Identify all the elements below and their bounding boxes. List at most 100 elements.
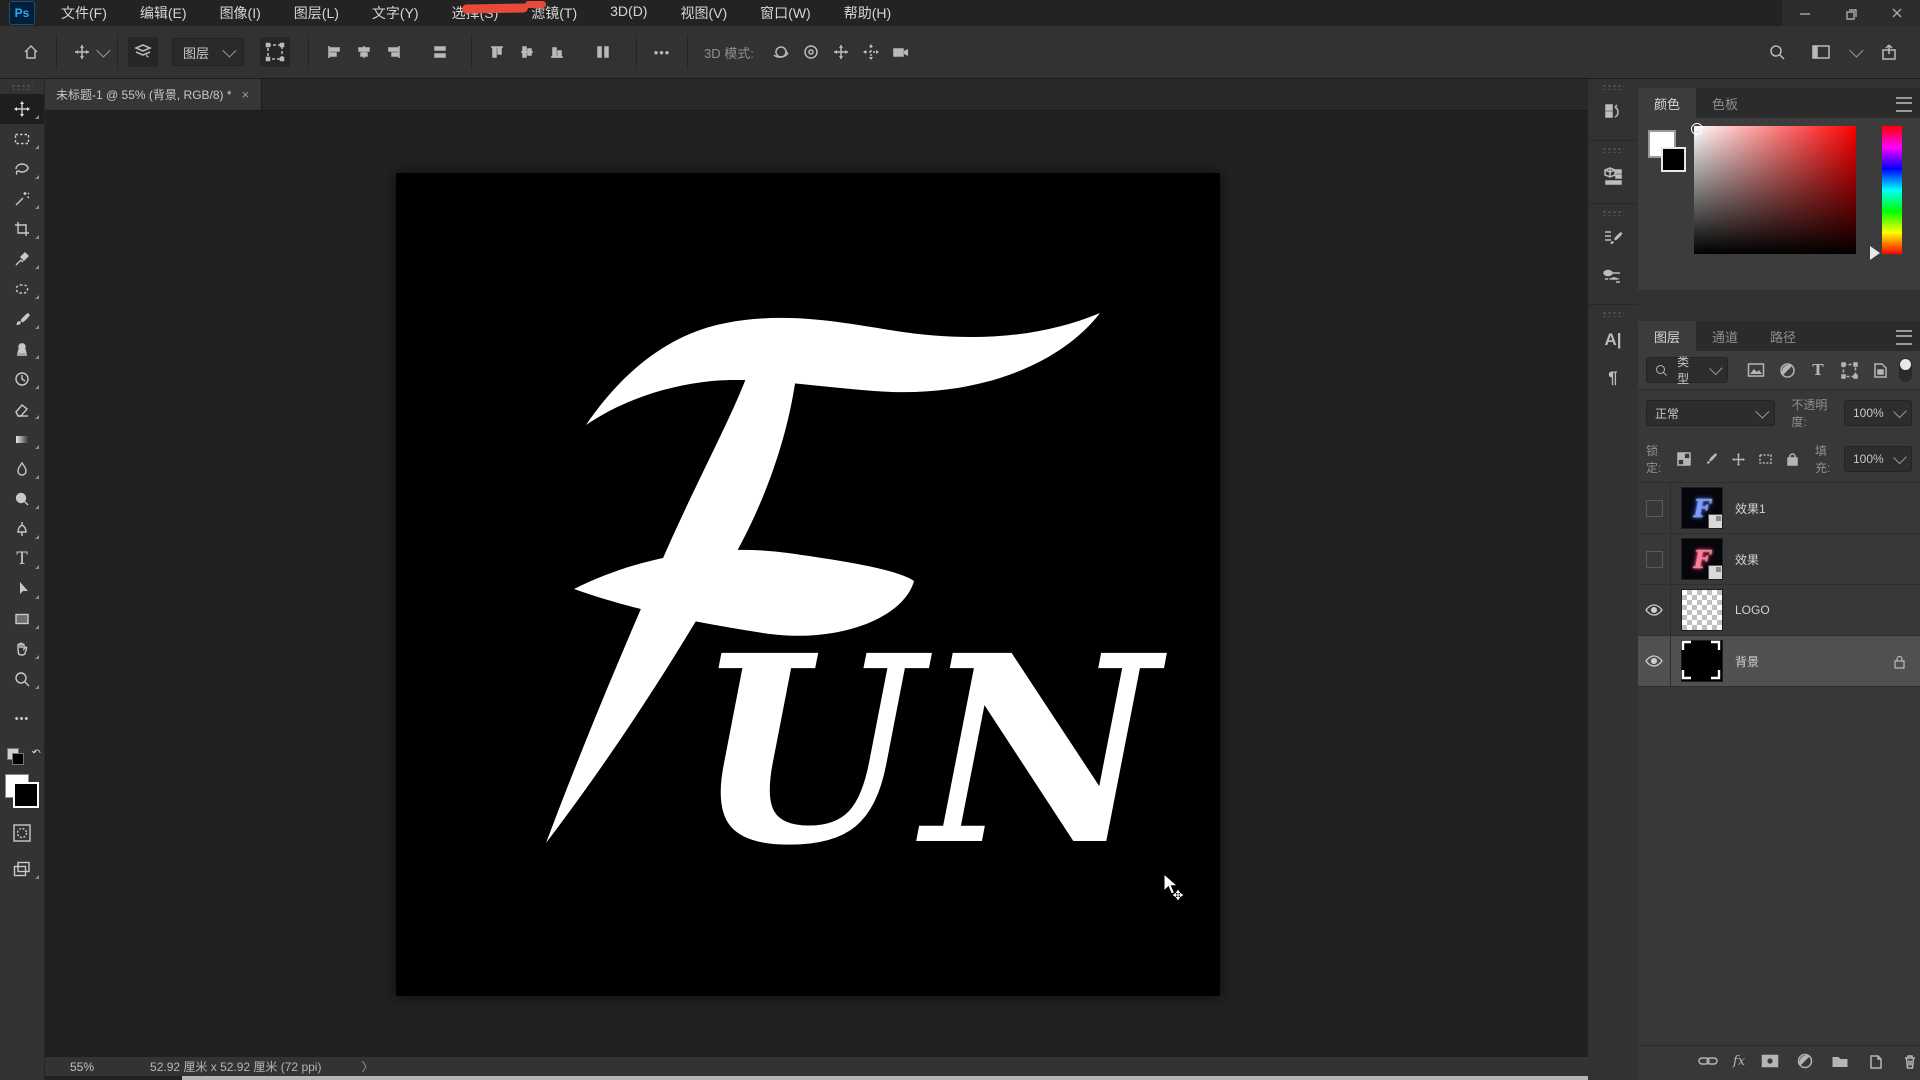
opacity-dropdown[interactable]: 100%: [1844, 400, 1912, 426]
filter-smart-objects-button[interactable]: [1868, 358, 1892, 382]
tool-magic-wand[interactable]: [0, 184, 44, 214]
tab-layers[interactable]: 图层: [1638, 321, 1696, 351]
align-left-edges-button[interactable]: [319, 37, 349, 67]
tab-swatches[interactable]: 色板: [1696, 88, 1754, 118]
menu-item-window[interactable]: 窗口(W): [760, 3, 811, 23]
layer-thumbnail[interactable]: [1681, 640, 1723, 682]
add-layer-mask-button[interactable]: [1760, 1049, 1780, 1073]
auto-select-toggle[interactable]: [128, 37, 158, 67]
tool-eraser[interactable]: [0, 394, 44, 424]
status-options-chevron[interactable]: 〉: [361, 1058, 373, 1075]
layer-row-logo[interactable]: LOGO: [1638, 585, 1920, 636]
menu-item-edit[interactable]: 编辑(E): [140, 3, 187, 23]
delete-layer-button[interactable]: [1900, 1049, 1920, 1073]
distribute-vertical-button[interactable]: [588, 37, 618, 67]
tab-channels[interactable]: 通道: [1696, 321, 1754, 351]
menu-item-layer[interactable]: 图层(L): [294, 3, 339, 23]
new-layer-button[interactable]: [1865, 1049, 1885, 1073]
menu-item-help[interactable]: 帮助(H): [844, 3, 891, 23]
share-button[interactable]: [1874, 37, 1904, 67]
threed-orbit-button[interactable]: [766, 37, 796, 67]
layer-row-background[interactable]: 背景: [1638, 636, 1920, 687]
move-tool-option[interactable]: [67, 37, 97, 67]
align-bottom-edges-button[interactable]: [542, 37, 572, 67]
layer-filter-toggle[interactable]: [1899, 358, 1912, 382]
visibility-toggle[interactable]: [1638, 483, 1671, 533]
tool-eyedropper[interactable]: [0, 244, 44, 274]
visibility-toggle[interactable]: [1638, 636, 1671, 686]
dock-grip[interactable]: [1602, 210, 1624, 216]
tool-rectangle[interactable]: [0, 604, 44, 634]
threed-slide-button[interactable]: [856, 37, 886, 67]
layer-name[interactable]: 效果: [1735, 551, 1759, 568]
threed-roll-button[interactable]: [796, 37, 826, 67]
layers-panel-menu-icon[interactable]: [1896, 330, 1912, 345]
menu-item-type[interactable]: 文字(Y): [372, 3, 419, 23]
move-tool-chevron[interactable]: [96, 44, 110, 58]
tool-lasso[interactable]: [0, 154, 44, 184]
minimize-button[interactable]: [1782, 0, 1828, 26]
restore-button[interactable]: [1828, 0, 1874, 26]
auto-select-target-dropdown[interactable]: 图层: [172, 38, 244, 66]
align-right-edges-button[interactable]: [379, 37, 409, 67]
dock-grip[interactable]: [1602, 147, 1624, 153]
screen-mode-button[interactable]: [0, 854, 44, 884]
tool-path-selection[interactable]: [0, 574, 44, 604]
quick-mask-toggle[interactable]: [0, 818, 44, 848]
layer-row-effect[interactable]: F 效果: [1638, 534, 1920, 585]
align-top-edges-button[interactable]: [482, 37, 512, 67]
tool-pen[interactable]: [0, 514, 44, 544]
tool-healing-brush[interactable]: [0, 274, 44, 304]
lock-image-pixels-button[interactable]: [1702, 447, 1720, 471]
layer-filter-dropdown[interactable]: 类型: [1646, 357, 1728, 383]
show-transform-controls-toggle[interactable]: [260, 37, 290, 67]
new-adjustment-layer-button[interactable]: [1795, 1049, 1815, 1073]
new-group-button[interactable]: [1830, 1049, 1850, 1073]
brushes-panel-button[interactable]: [1593, 258, 1633, 296]
workspace-chevron-icon[interactable]: [1849, 44, 1863, 58]
tool-blur[interactable]: [0, 454, 44, 484]
filter-shape-layers-button[interactable]: [1837, 358, 1861, 382]
document-tab[interactable]: 未标题-1 @ 55% (背景, RGB/8) * ×: [44, 78, 262, 110]
tool-brush[interactable]: [0, 304, 44, 334]
background-color-swatch[interactable]: [13, 782, 39, 808]
lock-transparent-pixels-button[interactable]: [1675, 447, 1693, 471]
tool-gradient[interactable]: [0, 424, 44, 454]
layer-thumbnail[interactable]: [1681, 589, 1723, 631]
toolbar-grip[interactable]: [11, 84, 33, 90]
tab-close-icon[interactable]: ×: [242, 87, 250, 102]
visibility-toggle[interactable]: [1638, 534, 1671, 584]
tool-clone-stamp[interactable]: [0, 334, 44, 364]
blend-mode-dropdown[interactable]: 正常: [1646, 400, 1775, 426]
home-button[interactable]: [16, 37, 46, 67]
tool-dodge[interactable]: [0, 484, 44, 514]
canvas[interactable]: UN: [396, 173, 1220, 996]
distribute-horizontal-button[interactable]: [425, 37, 455, 67]
align-vertical-centers-button[interactable]: [512, 37, 542, 67]
color-picker-marker[interactable]: [1691, 123, 1703, 135]
tool-hand[interactable]: [0, 634, 44, 664]
tool-crop[interactable]: [0, 214, 44, 244]
properties-panel-button[interactable]: [1593, 157, 1633, 195]
canvas-region[interactable]: UN: [44, 110, 1588, 1057]
workspace-switcher-button[interactable]: [1806, 37, 1836, 67]
visibility-toggle[interactable]: [1638, 585, 1671, 635]
color-fg-bg-widget[interactable]: [1648, 130, 1684, 170]
link-layers-button[interactable]: [1698, 1049, 1718, 1073]
lock-position-button[interactable]: [1729, 447, 1747, 471]
tool-rectangular-marquee[interactable]: [0, 124, 44, 154]
filter-pixel-layers-button[interactable]: [1744, 358, 1768, 382]
edit-toolbar-button[interactable]: •••: [0, 704, 44, 734]
menu-item-file[interactable]: 文件(F): [61, 3, 107, 23]
layer-row-effect1[interactable]: F 效果1: [1638, 483, 1920, 534]
layer-name[interactable]: LOGO: [1735, 603, 1770, 617]
lock-all-button[interactable]: [1783, 447, 1801, 471]
filter-adjustment-layers-button[interactable]: [1775, 358, 1799, 382]
layer-thumbnail[interactable]: F: [1681, 487, 1723, 529]
layer-name[interactable]: 效果1: [1735, 500, 1766, 517]
panel-menu-icon[interactable]: [1896, 97, 1912, 112]
hue-slider-marker[interactable]: [1870, 246, 1880, 260]
tab-color[interactable]: 颜色: [1638, 88, 1696, 118]
hue-strip[interactable]: [1882, 126, 1902, 254]
threed-camera-button[interactable]: [886, 37, 916, 67]
